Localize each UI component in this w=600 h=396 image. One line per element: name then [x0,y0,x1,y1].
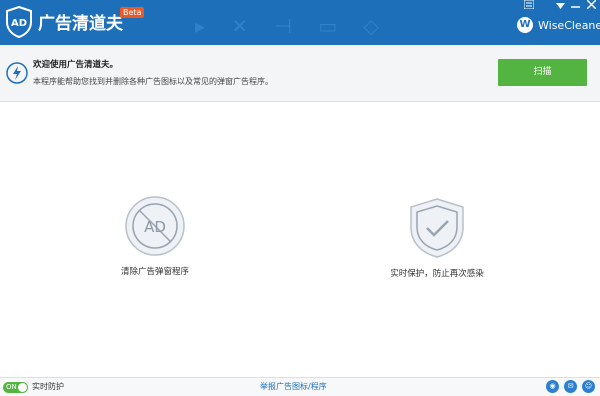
remove-ad-programs-feature[interactable]: AD 清除广告弹窗程序 [105,195,205,277]
info-bar: 欢迎使用广告清道夫。 本程序能帮助您找到并删除各种广告图标以及常见的弹窗广告程序… [0,45,600,102]
realtime-protection-toggle[interactable]: ON [3,382,28,393]
close-icon[interactable] [582,0,600,14]
status-bar: ON 实时防护 举报广告图标/程序 ◉ ✉ ☺ [0,377,600,396]
description-text: 本程序能帮助您找到并删除各种广告图标以及常见的弹窗广告程序。 [33,77,273,86]
ad-block-icon: AD [125,196,185,256]
titlebar-decoration: ▸ ✕ ⊣ ▭ ◇ [195,14,389,38]
remove-ad-programs-label: 清除广告弹窗程序 [120,267,189,277]
shield-check-icon [410,198,464,258]
wechat-icon[interactable]: ✉ [564,380,577,393]
wisecleaner-logo-icon: W [517,17,533,33]
svg-text:AD: AD [11,18,27,29]
toggle-state: ON [6,383,17,391]
scan-button[interactable]: 扫描 [498,59,587,86]
weibo-icon[interactable]: ☺ [582,380,595,393]
svg-text:AD: AD [144,218,166,236]
report-ad-link[interactable]: 举报广告图标/程序 [260,381,327,392]
menu-list-icon[interactable] [520,0,538,14]
toggle-knob [18,383,27,392]
realtime-protection-status-label: 实时防护 [32,382,64,391]
app-logo-icon: AD [6,6,32,38]
title-bar: ▸ ✕ ⊣ ▭ ◇ AD 广告清道夫 Beta W WiseCleaner [0,0,600,45]
realtime-protection-label: 实时保护，防止再次感染 [390,269,484,279]
lightning-icon [6,62,28,84]
wisecleaner-brand[interactable]: W WiseCleaner [517,16,600,34]
app-title: 广告清道夫 [38,14,123,34]
welcome-text: 欢迎使用广告清道夫。 [33,60,119,70]
brand-name: WiseCleaner [538,18,600,32]
beta-badge: Beta [120,7,145,18]
qq-icon[interactable]: ◉ [546,380,559,393]
realtime-protection-feature[interactable]: 实时保护，防止再次感染 [377,197,497,279]
